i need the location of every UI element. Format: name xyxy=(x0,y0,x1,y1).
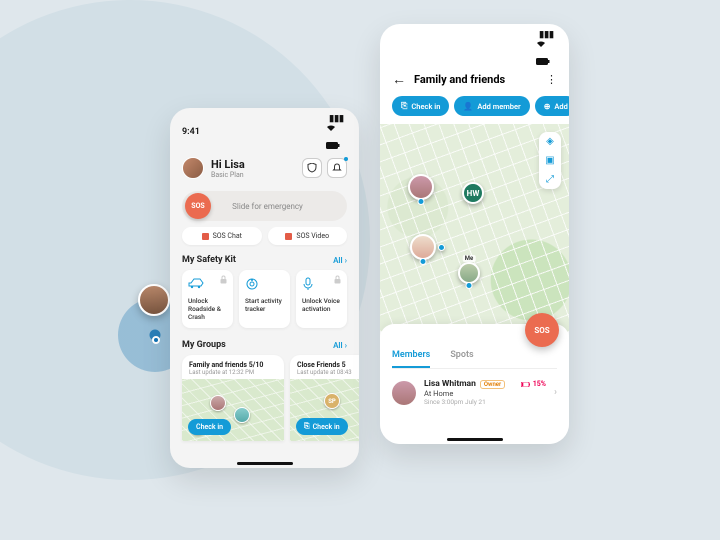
page-title: Family and friends xyxy=(414,73,538,86)
tab-spots[interactable]: Spots xyxy=(450,350,473,368)
back-button[interactable]: ← xyxy=(392,71,406,88)
status-bar: 9:41 ▮▮▮ xyxy=(170,108,359,151)
pin-label: Me xyxy=(463,255,476,262)
groups-title: My Groups xyxy=(182,340,226,350)
kit-all-link[interactable]: All › xyxy=(333,256,347,265)
home-indicator xyxy=(237,462,293,465)
sos-video-label: SOS Video xyxy=(296,232,329,240)
home-header: Hi Lisa Basic Plan xyxy=(170,151,359,185)
groups-all-link[interactable]: All › xyxy=(333,341,347,350)
tab-members[interactable]: Members xyxy=(392,350,430,368)
group-title: Family and friends 5/10 xyxy=(189,361,277,369)
group-card-family[interactable]: Family and friends 5/10 Last update at 1… xyxy=(182,355,284,441)
kit-label: Unlock Roadside & Crash xyxy=(188,297,227,321)
locate-icon[interactable]: ◈ xyxy=(546,136,554,147)
chip-add[interactable]: ⊕ Add xyxy=(535,96,569,116)
kit-title: My Safety Kit xyxy=(182,255,236,265)
signal-icon: ▮▮▮ xyxy=(329,114,344,124)
more-button[interactable]: ⋮ xyxy=(546,73,557,86)
map-pin-me[interactable]: Me xyxy=(458,262,480,284)
kit-label: Start activity tracker xyxy=(245,297,284,313)
signal-icon: ▮▮▮ xyxy=(539,30,554,40)
map-pin-user[interactable] xyxy=(410,234,436,260)
map-pin-initials[interactable]: HW xyxy=(462,182,484,204)
avatar xyxy=(138,284,170,316)
map-tools: ◈ ▣ ⤢ xyxy=(539,132,561,189)
checkin-icon: ⎘ xyxy=(304,422,310,431)
groups-section-header: My Groups All › xyxy=(170,338,359,355)
status-icons: ▮▮▮ xyxy=(536,30,557,65)
kit-activity[interactable]: Start activity tracker xyxy=(239,270,290,328)
member-location: At Home xyxy=(424,389,546,398)
sos-fab[interactable]: SOS xyxy=(525,313,559,347)
video-icon xyxy=(285,233,292,240)
chip-label: Check in xyxy=(411,102,440,111)
status-time: 9:41 xyxy=(182,127,200,137)
kit-section-header: My Safety Kit All › xyxy=(170,253,359,270)
activity-icon xyxy=(245,277,259,291)
wifi-icon xyxy=(536,40,557,48)
chevron-right-icon: › xyxy=(554,387,557,398)
checkin-label: Check in xyxy=(196,423,223,431)
lock-icon xyxy=(219,275,228,284)
chip-label: Add xyxy=(554,102,567,111)
bell-button[interactable] xyxy=(327,158,347,178)
group-title: Close Friends 5 xyxy=(297,361,359,369)
map-avatar-initials: SP xyxy=(324,393,340,409)
phone-group-detail: ▮▮▮ ← Family and friends ⋮ ⎘ Check in 👤 … xyxy=(380,24,569,444)
avatar xyxy=(392,381,416,405)
map[interactable]: ◈ ▣ ⤢ HW Me SOS xyxy=(380,124,569,332)
layers-icon[interactable]: ▣ xyxy=(545,155,554,166)
status-icons: ▮▮▮ xyxy=(326,114,347,149)
map-home-dot xyxy=(438,244,445,251)
group-subtitle: Last update at 08:43 xyxy=(297,369,359,376)
avatar[interactable] xyxy=(182,157,204,179)
plan-label: Basic Plan xyxy=(211,171,297,179)
add-icon: ⊕ xyxy=(544,102,551,111)
battery-status: 15% xyxy=(521,380,546,388)
phone-home: 9:41 ▮▮▮ Hi Lisa Basic Plan SOS Slide fo… xyxy=(170,108,359,468)
sos-video-button[interactable]: SOS Video xyxy=(268,227,348,245)
sos-slider[interactable]: SOS Slide for emergency xyxy=(182,191,347,221)
lock-icon xyxy=(333,275,342,284)
microphone-icon xyxy=(302,277,316,291)
kit-label: Unlock Voice activation xyxy=(302,297,341,313)
checkin-button[interactable]: Check in xyxy=(188,419,231,435)
kit-voice[interactable]: Unlock Voice activation xyxy=(296,270,347,328)
checkin-icon: ⎘ xyxy=(401,101,407,111)
battery-icon xyxy=(536,58,557,65)
chip-checkin[interactable]: ⎘ Check in xyxy=(392,96,449,116)
home-indicator xyxy=(447,438,503,441)
add-member-icon: 👤 xyxy=(463,102,473,111)
sos-chat-button[interactable]: SOS Chat xyxy=(182,227,262,245)
wifi-icon xyxy=(326,124,347,132)
battery-icon xyxy=(326,142,347,149)
kit-roadside[interactable]: Unlock Roadside & Crash xyxy=(182,270,233,328)
owner-badge: Owner xyxy=(480,380,505,389)
group-card-close-friends[interactable]: Close Friends 5 Last update at 08:43 SP … xyxy=(290,355,359,441)
battery-icon xyxy=(521,382,531,387)
map-pin-user[interactable] xyxy=(408,174,434,200)
greeting: Hi Lisa xyxy=(211,158,297,171)
map-avatar xyxy=(210,395,226,411)
member-name: Lisa Whitman xyxy=(424,379,476,389)
member-time: Since 3:00pm July 21 xyxy=(424,398,546,406)
location-dot-icon xyxy=(152,336,160,344)
member-row[interactable]: Lisa Whitman Owner 15% At Home Since 3:0… xyxy=(392,369,557,416)
chat-icon xyxy=(202,233,209,240)
nav-bar: ← Family and friends ⋮ xyxy=(380,67,569,96)
map-avatar xyxy=(234,407,250,423)
sos-slider-label: Slide for emergency xyxy=(191,202,344,211)
status-bar: ▮▮▮ xyxy=(380,24,569,67)
chip-label: Add member xyxy=(477,102,520,111)
battery-percent: 15% xyxy=(533,380,546,388)
checkin-button[interactable]: ⎘ Check in xyxy=(296,418,348,435)
checkin-label: Check in xyxy=(313,423,340,431)
expand-icon[interactable]: ⤢ xyxy=(546,174,554,185)
chip-add-member[interactable]: 👤 Add member xyxy=(454,96,529,116)
group-subtitle: Last update at 12:32 PM xyxy=(189,369,277,376)
sos-chat-label: SOS Chat xyxy=(213,232,242,240)
shield-button[interactable] xyxy=(302,158,322,178)
tow-truck-icon xyxy=(188,277,202,291)
